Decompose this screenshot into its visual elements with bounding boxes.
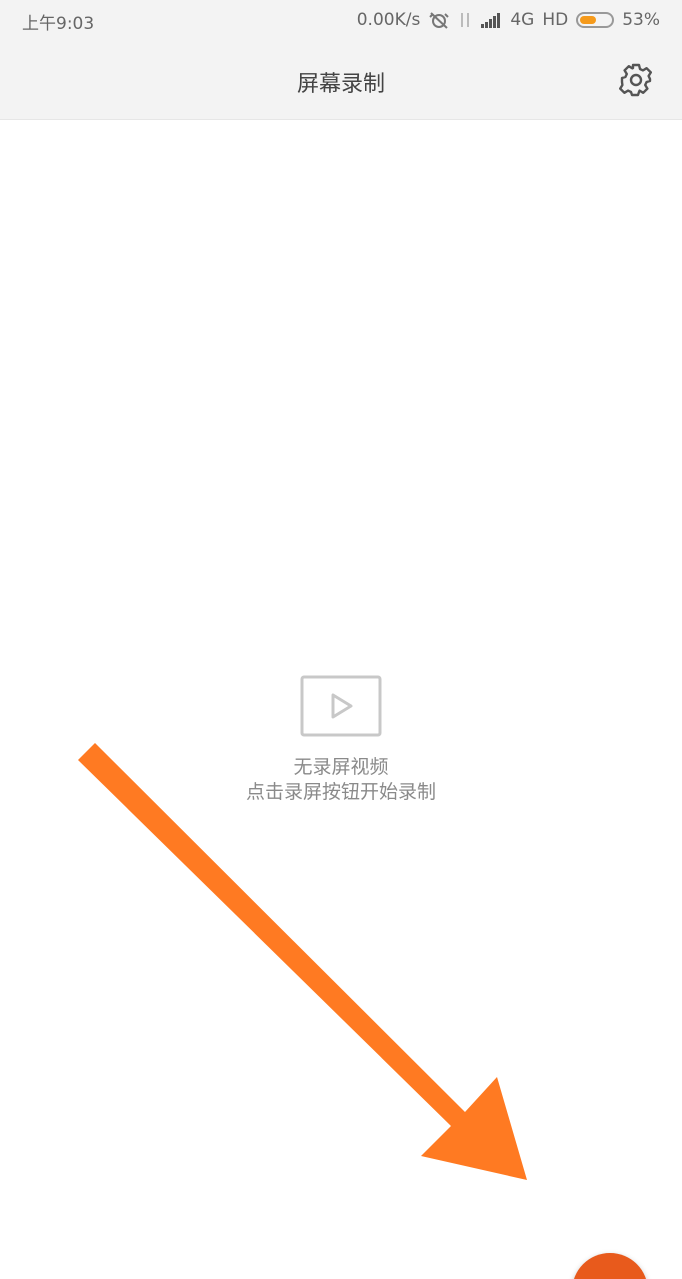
empty-subtitle: 点击录屏按钮开始录制 bbox=[245, 781, 436, 803]
hd-indicator: HD bbox=[542, 10, 569, 30]
network-type: 4G bbox=[510, 10, 535, 30]
page-title: 屏幕录制 bbox=[296, 72, 385, 97]
status-bar: 上午9:03 0.00K/s 4G HD 53% bbox=[0, 0, 682, 40]
record-button[interactable] bbox=[572, 1253, 648, 1279]
signal-icon bbox=[481, 13, 501, 28]
battery-percent: 53% bbox=[622, 10, 660, 30]
arrow-shape bbox=[78, 743, 527, 1180]
battery-icon bbox=[576, 12, 615, 28]
status-indicators: 0.00K/s 4G HD 53% bbox=[357, 9, 660, 31]
network-speed: 0.00K/s bbox=[356, 10, 421, 30]
status-time: 上午9:03 bbox=[22, 14, 95, 34]
empty-title: 无录屏视频 bbox=[293, 756, 389, 778]
empty-state: 无录屏视频 点击录屏按钮开始录制 bbox=[0, 675, 682, 805]
annotation-arrow bbox=[78, 743, 527, 1180]
video-play-icon bbox=[300, 675, 382, 737]
gear-icon[interactable] bbox=[618, 62, 654, 98]
alarm-off-icon bbox=[429, 12, 450, 29]
data-transfer-icon bbox=[461, 13, 470, 27]
app-header: 屏幕录制 bbox=[0, 40, 682, 120]
